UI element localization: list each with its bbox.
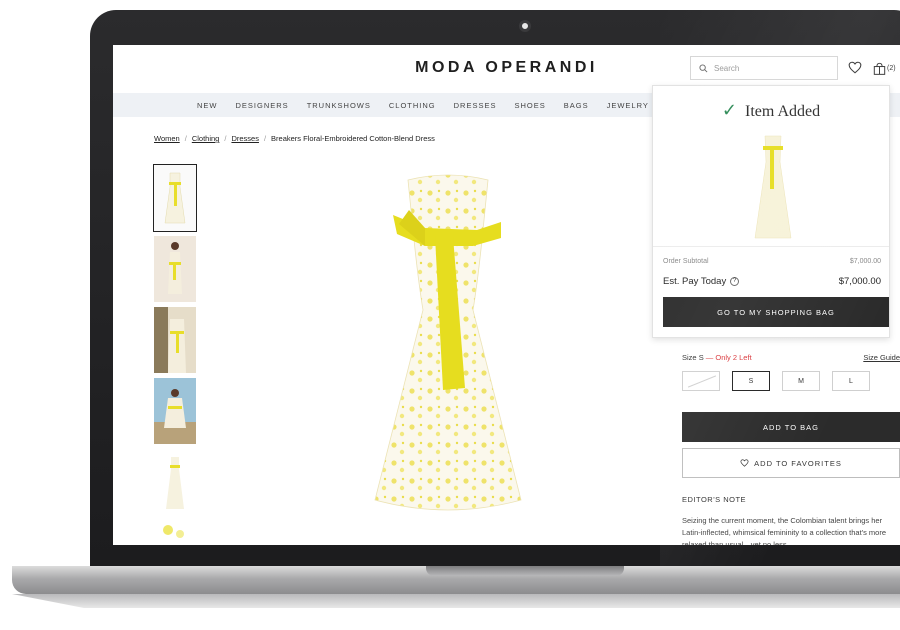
pay-today-row: Est. Pay Today? $7,000.00 <box>663 276 881 287</box>
size-info: Size S — Only 2 Left <box>682 353 752 362</box>
add-to-bag-button[interactable]: ADD TO BAG <box>682 412 900 442</box>
dress-image <box>374 174 522 511</box>
nav-item-jewelry[interactable]: JEWELRY <box>607 101 649 110</box>
help-icon[interactable]: ? <box>730 276 740 286</box>
checkmark-icon: ✓ <box>721 100 737 121</box>
model-thumbnail-image <box>154 378 196 444</box>
thumbnail-6[interactable] <box>154 520 196 545</box>
model-thumbnail-image <box>154 307 196 373</box>
thumbnail-1[interactable] <box>153 164 197 232</box>
size-selected: S <box>698 353 704 362</box>
popup-divider <box>653 246 889 247</box>
fabric-detail-thumbnail-image <box>163 525 184 538</box>
added-item-image[interactable] <box>751 132 795 242</box>
nav-item-clothing[interactable]: CLOTHING <box>389 101 436 110</box>
laptop-base-notch <box>426 566 624 576</box>
popup-header: ✓ Item Added <box>653 100 889 121</box>
pay-today-label: Est. Pay Today <box>663 276 727 287</box>
model-thumbnail-image <box>154 236 196 302</box>
editors-note-title: EDITOR'S NOTE <box>682 495 747 504</box>
main-product-image[interactable] <box>353 170 543 525</box>
webcam-icon <box>519 20 531 32</box>
browser-screen: MODA OPERANDI (2) NEW DESIGNERS <box>113 45 900 545</box>
size-row: Size S — Only 2 Left Size Guide <box>682 353 900 362</box>
nav-item-bags[interactable]: BAGS <box>564 101 589 110</box>
editors-note-text: Seizing the current moment, the Colombia… <box>682 516 887 545</box>
search-input[interactable] <box>714 63 824 73</box>
wishlist-button[interactable] <box>848 61 862 75</box>
order-subtotal-value: $7,000.00 <box>849 258 881 265</box>
breadcrumb-current: Breakers Floral-Embroidered Cotton-Blend… <box>271 134 435 143</box>
size-option-m[interactable]: M <box>782 371 820 391</box>
breadcrumb-dresses[interactable]: Dresses <box>231 134 259 143</box>
stock-warning: — Only 2 Left <box>705 353 752 362</box>
breadcrumb-separator: / <box>184 134 187 143</box>
dress-thumbnail-image <box>164 172 186 224</box>
item-added-title: Item Added <box>745 103 821 120</box>
breadcrumb-women[interactable]: Women <box>154 134 180 143</box>
shopping-bag-icon <box>873 62 886 75</box>
bag-count-badge: (2) <box>887 64 896 72</box>
nav-item-shoes[interactable]: SHOES <box>514 101 545 110</box>
dress-image <box>754 135 792 239</box>
pay-today-label-wrap: Est. Pay Today? <box>663 276 740 287</box>
search-icon <box>699 63 708 72</box>
breadcrumb-clothing[interactable]: Clothing <box>192 134 220 143</box>
size-label: Size <box>682 353 697 362</box>
size-option-l[interactable]: L <box>832 371 870 391</box>
item-added-popup: ✓ Item Added Order Subtotal $7,000.00 Est… <box>652 85 890 338</box>
size-guide-link[interactable]: Size Guide <box>863 353 900 362</box>
thumbnail-4[interactable] <box>154 378 196 444</box>
thumbnail-5[interactable] <box>154 449 196 515</box>
laptop-mockup: MODA OPERANDI (2) NEW DESIGNERS <box>0 0 900 630</box>
search-box[interactable] <box>690 56 838 80</box>
thumbnail-3[interactable] <box>154 307 196 373</box>
order-subtotal-label: Order Subtotal <box>663 258 709 265</box>
go-to-shopping-bag-button[interactable]: GO TO MY SHOPPING BAG <box>663 297 889 327</box>
nav-item-trunkshows[interactable]: TRUNKSHOWS <box>307 101 371 110</box>
add-to-favorites-label: ADD TO FAVORITES <box>754 458 842 468</box>
breadcrumb-separator: / <box>224 134 227 143</box>
size-option-s[interactable]: S <box>732 371 770 391</box>
add-to-favorites-button[interactable]: ADD TO FAVORITES <box>682 448 900 478</box>
dress-back-thumbnail-image <box>166 457 184 509</box>
pay-today-value: $7,000.00 <box>838 276 881 287</box>
heart-icon <box>848 61 862 74</box>
shopping-bag-button[interactable]: (2) <box>873 61 896 75</box>
nav-item-designers[interactable]: DESIGNERS <box>236 101 289 110</box>
thumbnail-gallery <box>153 164 197 545</box>
laptop-base-foot <box>12 594 900 608</box>
size-option-xs[interactable]: XS <box>682 371 720 391</box>
order-subtotal-row: Order Subtotal $7,000.00 <box>663 258 881 265</box>
breadcrumb-separator: / <box>263 134 267 143</box>
nav-item-new[interactable]: NEW <box>197 101 218 110</box>
nav-item-dresses[interactable]: DRESSES <box>454 101 497 110</box>
size-selector: XS S M L <box>682 371 882 391</box>
heart-icon <box>740 459 749 467</box>
breadcrumb: Women / Clothing / Dresses / Breakers Fl… <box>154 134 435 143</box>
thumbnail-2[interactable] <box>154 236 196 302</box>
